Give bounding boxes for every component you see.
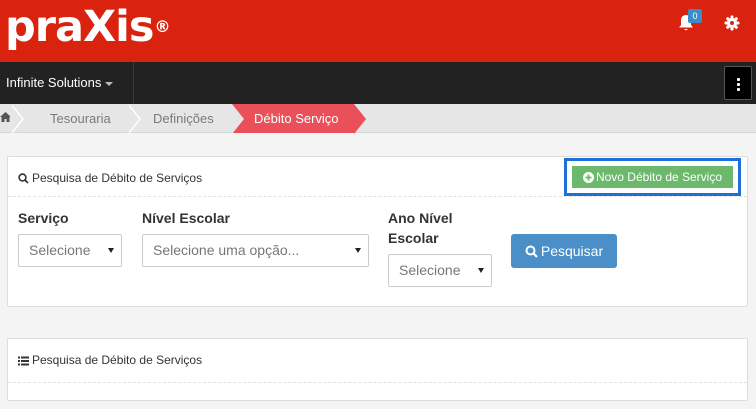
company-dropdown[interactable]: Infinite Solutions: [0, 62, 134, 104]
ano-nivel-escolar-label-line2: Escolar: [388, 230, 439, 246]
servico-label: Serviço: [18, 210, 69, 226]
more-options-button[interactable]: [724, 66, 752, 100]
new-debit-button-label: Novo Débito de Serviço: [595, 170, 723, 184]
results-panel: Pesquisa de Débito de Serviços: [7, 338, 748, 401]
company-name: Infinite Solutions: [6, 75, 102, 90]
logo-text: praXis: [5, 2, 154, 52]
gear-icon[interactable]: [724, 15, 740, 31]
nivel-escolar-select-value: Selecione uma opção...: [153, 242, 300, 258]
breadcrumb-item-definicoes[interactable]: Definições: [153, 104, 214, 133]
breadcrumb-separator: [127, 104, 139, 134]
search-panel-title-text: Pesquisa de Débito de Serviços: [32, 171, 203, 185]
dropdown-arrow-icon: [478, 268, 484, 273]
new-debit-button[interactable]: Novo Débito de Serviço: [572, 166, 733, 188]
nivel-escolar-select[interactable]: Selecione uma opção...: [142, 234, 369, 267]
dropdown-arrow-icon: [108, 248, 114, 253]
results-panel-title-text: Pesquisa de Débito de Serviços: [32, 353, 203, 367]
caret-down-icon: [105, 81, 114, 86]
breadcrumb: Tesouraria Definições Débito Serviço: [0, 104, 756, 134]
search-panel: Pesquisa de Débito de Serviços Novo Débi…: [7, 156, 748, 307]
servico-select-value: Selecione: [29, 242, 91, 258]
search-panel-title: Pesquisa de Débito de Serviços: [18, 157, 202, 199]
ano-nivel-escolar-select[interactable]: Selecione: [388, 254, 492, 287]
ano-nivel-escolar-label: Ano Nível Escolar: [388, 208, 453, 248]
list-icon: [18, 356, 29, 366]
new-debit-highlight: Novo Débito de Serviço: [564, 158, 741, 196]
ano-nivel-escolar-label-line1: Ano Nível: [388, 210, 453, 226]
dropdown-arrow-icon: [355, 248, 361, 253]
active-crumb-label: Débito Serviço: [254, 111, 339, 126]
search-button-label: Pesquisar: [540, 243, 604, 259]
plus-circle-icon: [582, 172, 594, 183]
ano-nivel-escolar-select-value: Selecione: [399, 262, 461, 278]
search-icon: [18, 173, 29, 184]
breadcrumb-item-active: Débito Serviço: [232, 104, 366, 134]
top-header: praXis® 0: [0, 0, 756, 62]
praxis-logo[interactable]: praXis®: [5, 2, 171, 52]
search-button[interactable]: Pesquisar: [511, 234, 617, 268]
servico-select[interactable]: Selecione: [18, 234, 122, 267]
breadcrumb-separator: [10, 104, 22, 134]
nivel-escolar-label: Nível Escolar: [142, 210, 230, 226]
notifications-badge[interactable]: 0: [688, 9, 702, 23]
breadcrumb-item-tesouraria[interactable]: Tesouraria: [50, 104, 111, 133]
results-panel-header: Pesquisa de Débito de Serviços: [8, 339, 747, 383]
main-navbar: Infinite Solutions: [0, 62, 756, 104]
search-icon: [525, 245, 538, 258]
registered-mark: ®: [154, 17, 171, 36]
search-panel-header: Pesquisa de Débito de Serviços Novo Débi…: [8, 157, 747, 197]
results-panel-title: Pesquisa de Débito de Serviços: [18, 339, 202, 381]
